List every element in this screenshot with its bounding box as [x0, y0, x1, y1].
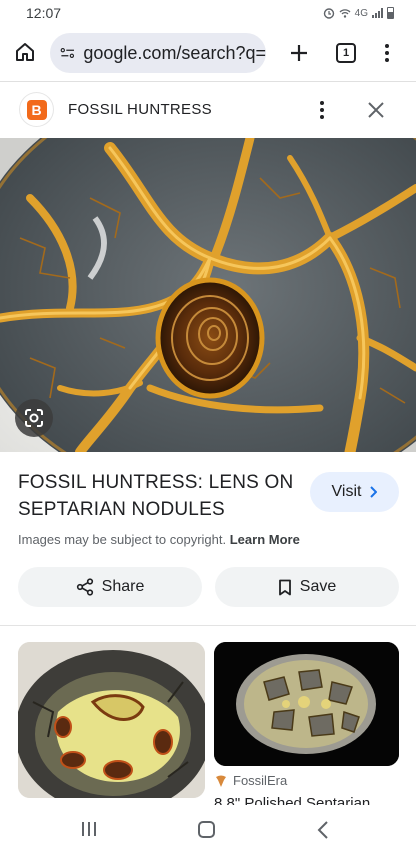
close-icon — [368, 102, 384, 118]
source-name: FOSSIL HUNTRESS — [68, 101, 212, 118]
blogger-logo: B — [20, 93, 53, 126]
new-tab-button[interactable] — [286, 38, 312, 68]
home-button[interactable] — [10, 34, 40, 70]
alarm-icon — [323, 8, 334, 19]
status-time: 12:07 — [26, 5, 62, 21]
copyright-notice: Images may be subject to copyright. Lear… — [18, 532, 300, 547]
browser-toolbar: google.com/search?q= 1 — [0, 30, 416, 76]
more-options-button[interactable] — [312, 97, 332, 123]
battery-icon — [387, 7, 394, 19]
share-icon — [76, 578, 93, 596]
share-label: Share — [101, 578, 145, 595]
status-icons: 4G — [323, 7, 394, 19]
related-nodule-picture-2 — [214, 642, 399, 766]
status-bar: 12:07 4G — [0, 0, 416, 26]
section-divider — [0, 625, 416, 626]
related-nodule-picture-1 — [18, 642, 205, 798]
network-label: 4G — [354, 7, 368, 19]
back-icon — [317, 821, 328, 839]
google-lens-button[interactable] — [15, 399, 53, 437]
signal-icon — [372, 8, 383, 18]
browser-menu-button[interactable] — [378, 40, 396, 66]
recent-apps-button[interactable] — [82, 822, 98, 836]
url-bar[interactable]: google.com/search?q= — [50, 33, 266, 73]
site-settings-icon — [60, 48, 75, 58]
more-dot — [320, 115, 324, 119]
tab-count: 1 — [342, 47, 350, 59]
close-button[interactable] — [362, 96, 390, 124]
menu-dot — [385, 58, 389, 62]
wifi-icon — [339, 9, 351, 18]
plus-icon — [291, 45, 307, 61]
visit-label: Visit — [331, 483, 362, 500]
more-dot — [320, 101, 324, 105]
system-home-button[interactable] — [198, 821, 215, 838]
related-image-2[interactable] — [214, 642, 399, 766]
lens-icon — [25, 409, 43, 427]
blogger-logo-letter: B — [26, 99, 47, 120]
home-icon — [16, 43, 34, 61]
more-dot — [320, 108, 324, 112]
recent-bar — [94, 822, 96, 836]
menu-dot — [385, 44, 389, 48]
hero-image[interactable] — [0, 138, 416, 452]
url-text: google.com/search?q= — [83, 42, 266, 63]
system-nav-bar — [0, 805, 416, 855]
share-button[interactable]: Share — [18, 567, 202, 607]
save-label: Save — [299, 578, 337, 595]
related-source-name: FossilEra — [233, 773, 288, 788]
copyright-text: Images may be subject to copyright. — [18, 532, 227, 547]
source-header: B FOSSIL HUNTRESS — [0, 81, 416, 138]
menu-dot — [385, 51, 389, 55]
learn-more-link[interactable]: Learn More — [230, 532, 300, 547]
tabs-button[interactable]: 1 — [336, 43, 356, 63]
back-button[interactable] — [316, 821, 330, 839]
related-source[interactable]: FossilEra — [214, 773, 287, 788]
save-button[interactable]: Save — [215, 567, 399, 607]
bookmark-icon — [278, 579, 291, 595]
result-title: FOSSIL HUNTRESS: LENS ON SEPTARIAN NODUL… — [18, 472, 294, 520]
chevron-right-icon — [370, 486, 378, 498]
fossilera-icon — [216, 775, 226, 787]
recent-bar — [82, 822, 84, 836]
related-image-1[interactable] — [18, 642, 205, 798]
recent-bar — [88, 822, 90, 836]
visit-button[interactable]: Visit — [310, 472, 399, 512]
page: 12:07 4G google.com/search?q= 1 B FOSSIL… — [0, 0, 416, 855]
septarian-nodule-picture — [0, 138, 416, 452]
